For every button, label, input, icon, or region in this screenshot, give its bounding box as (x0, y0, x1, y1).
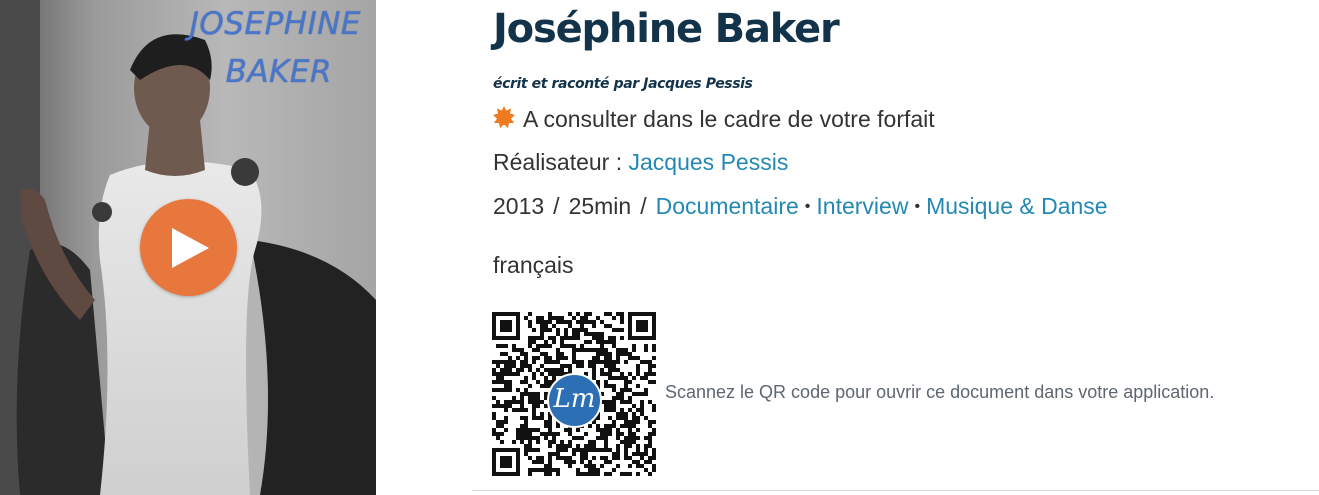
duration: 25min (568, 193, 632, 219)
orange-burst-icon (493, 106, 515, 128)
genre-link-documentaire[interactable]: Documentaire (656, 193, 799, 219)
meta-row: 2013 / 25min / Documentaire • Interview • Musiqu… (493, 193, 1108, 220)
separator: / (640, 193, 647, 219)
poster-title-line2: BAKER (225, 54, 332, 90)
director-label: Réalisateur : (493, 149, 629, 175)
qr-caption: Scannez le QR code pour ouvrir ce docume… (665, 382, 1215, 402)
movie-poster[interactable]: JOSEPHINE BAKER (0, 0, 376, 495)
language: français (493, 252, 574, 278)
availability-text: A consulter dans le cadre de votre forfa… (523, 106, 935, 132)
qr-code: Lm (492, 312, 656, 476)
director-row: Réalisateur : Jacques Pessis (493, 149, 788, 176)
availability-row: A consulter dans le cadre de votre forfa… (493, 106, 935, 133)
genre-separator: • (804, 198, 811, 215)
poster-title-line1: JOSEPHINE (189, 6, 361, 42)
divider (472, 490, 1319, 491)
movie-detail-page: JOSEPHINE BAKER Joséphine Baker écrit et… (0, 0, 1319, 495)
year: 2013 (493, 193, 545, 219)
genre-link-interview[interactable]: Interview (816, 193, 908, 219)
play-icon (172, 228, 209, 268)
play-button[interactable] (140, 199, 237, 296)
separator: / (553, 193, 560, 219)
movie-byline: écrit et raconté par Jacques Pessis (493, 76, 753, 92)
director-link[interactable]: Jacques Pessis (629, 149, 789, 175)
genre-separator: • (914, 198, 921, 215)
genre-link-musique-danse[interactable]: Musique & Danse (926, 193, 1108, 219)
app-logo-icon: Lm (547, 373, 602, 428)
movie-title: Joséphine Baker (493, 6, 840, 52)
